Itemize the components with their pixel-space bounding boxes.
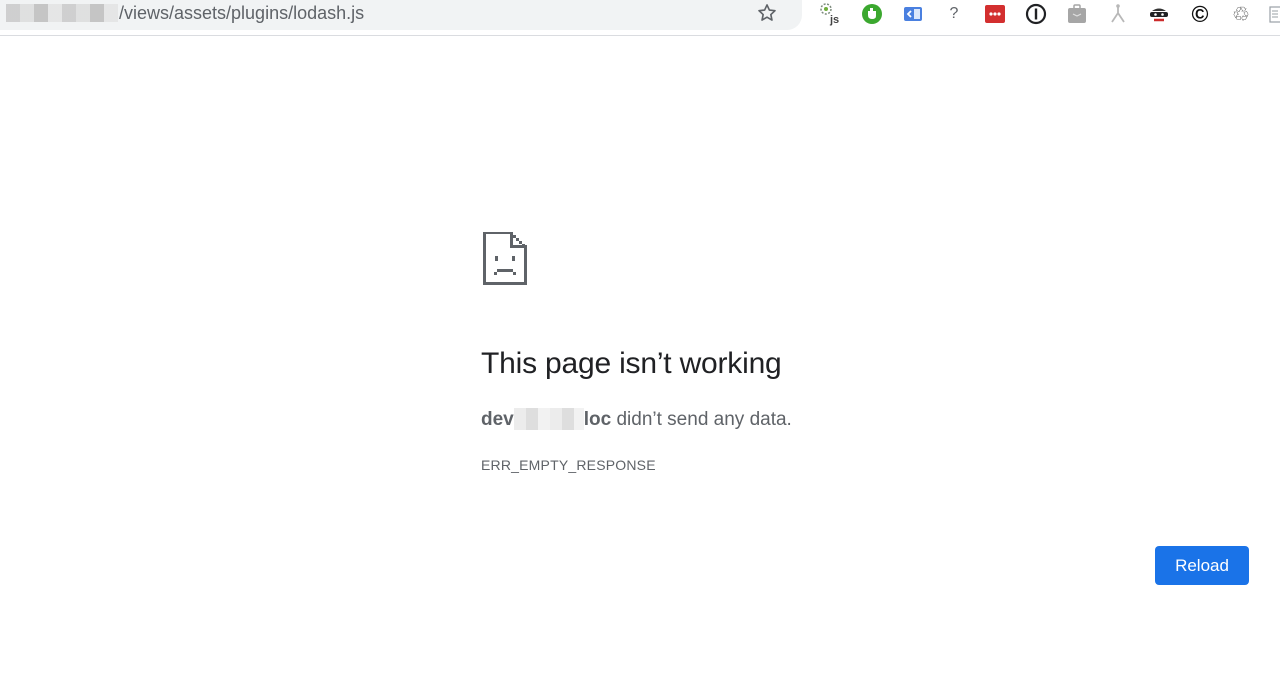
address-bar[interactable]: /views/assets/plugins/lodash.js bbox=[0, 0, 802, 30]
briefcase-icon[interactable] bbox=[1065, 2, 1089, 26]
host-redacted bbox=[513, 408, 584, 430]
branch-icon[interactable] bbox=[1106, 2, 1130, 26]
sad-page-icon bbox=[483, 232, 527, 285]
page-extension-icon[interactable] bbox=[1268, 2, 1280, 26]
blue-panel-icon[interactable] bbox=[901, 2, 925, 26]
1password-icon[interactable] bbox=[1024, 2, 1048, 26]
host-suffix: loc bbox=[583, 409, 612, 430]
browser-toolbar: /views/assets/plugins/lodash.js js ? © ♲ bbox=[0, 0, 1280, 36]
error-title: This page isn’t working bbox=[481, 347, 782, 380]
red-dots-icon[interactable] bbox=[983, 2, 1007, 26]
copyright-icon[interactable]: © bbox=[1188, 1, 1212, 27]
url-path: /views/assets/plugins/lodash.js bbox=[119, 3, 365, 23]
reload-button[interactable]: Reload bbox=[1155, 546, 1249, 585]
url-host-redacted bbox=[6, 4, 118, 22]
error-summary: dev loc didn’t send any data. bbox=[481, 408, 792, 432]
incognito-icon[interactable] bbox=[1147, 2, 1171, 26]
recycle-icon[interactable]: ♲ bbox=[1229, 2, 1253, 26]
help-icon[interactable]: ? bbox=[942, 2, 966, 26]
error-code: ERR_EMPTY_RESPONSE bbox=[481, 457, 656, 473]
js-extension-icon[interactable]: js bbox=[819, 2, 843, 26]
svg-text:js: js bbox=[829, 14, 839, 26]
bookmark-star-icon[interactable] bbox=[756, 2, 778, 24]
green-shield-icon[interactable] bbox=[860, 2, 884, 26]
host-prefix: dev bbox=[481, 409, 514, 430]
error-message: didn’t send any data. bbox=[611, 409, 792, 430]
